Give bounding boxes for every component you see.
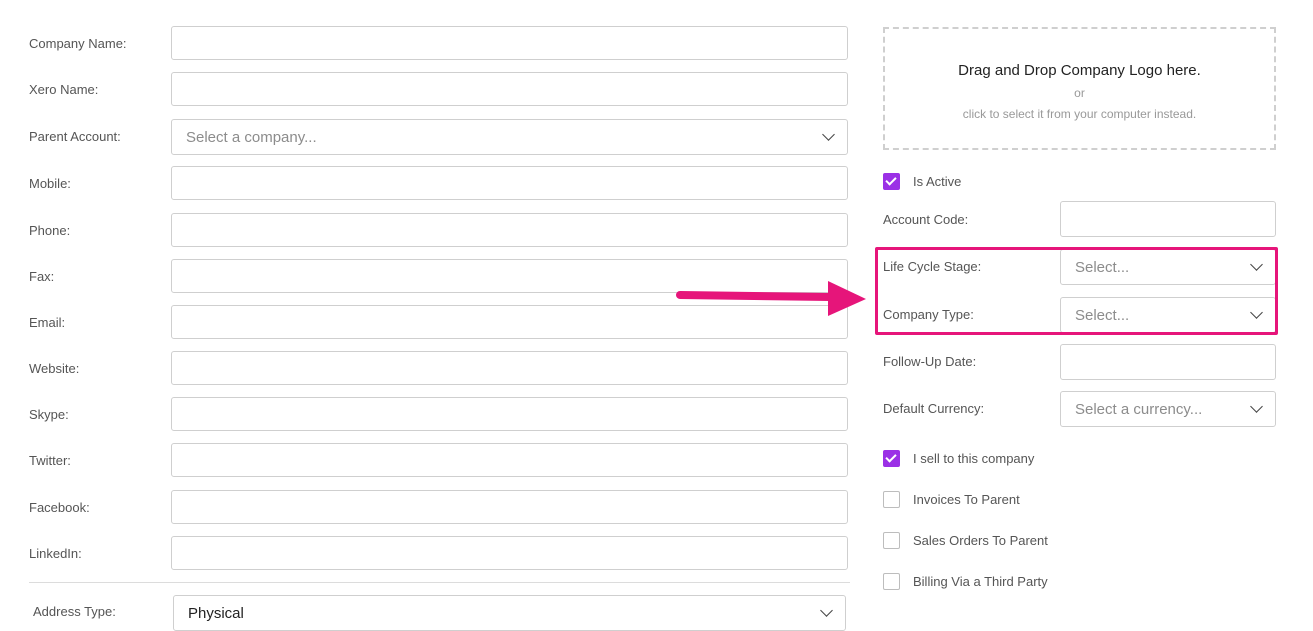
linkedin-label: LinkedIn: — [29, 546, 82, 561]
company-name-input[interactable] — [171, 26, 848, 60]
parent-account-select[interactable]: Select a company... — [171, 119, 848, 155]
invoices-to-parent-label: Invoices To Parent — [913, 492, 1020, 507]
dropzone-title: Drag and Drop Company Logo here. — [958, 62, 1201, 79]
address-type-value: Physical — [188, 604, 244, 622]
parent-account-placeholder: Select a company... — [186, 128, 317, 146]
follow-up-date-label: Follow-Up Date: — [883, 354, 977, 369]
follow-up-date-input[interactable] — [1060, 344, 1276, 380]
account-code-input[interactable] — [1060, 201, 1276, 237]
dropzone-subtitle: click to select it from your computer in… — [962, 107, 1197, 121]
mobile-input[interactable] — [171, 166, 848, 200]
is-active-label: Is Active — [913, 174, 962, 189]
highlight-box — [875, 247, 1278, 335]
billing-third-party-label: Billing Via a Third Party — [913, 574, 1048, 589]
is-active-checkbox[interactable] — [883, 173, 900, 190]
xero-name-label: Xero Name: — [29, 82, 99, 97]
sales-orders-to-parent-label: Sales Orders To Parent — [913, 533, 1048, 548]
twitter-label: Twitter: — [29, 453, 71, 468]
invoices-to-parent-checkbox[interactable] — [883, 491, 900, 508]
sales-orders-to-parent-checkbox[interactable] — [883, 532, 900, 549]
default-currency-select[interactable]: Select a currency... — [1060, 391, 1276, 427]
facebook-input[interactable] — [171, 490, 848, 524]
xero-name-input[interactable] — [171, 72, 848, 106]
chevron-down-icon — [1250, 400, 1263, 413]
billing-third-party-checkbox[interactable] — [883, 573, 900, 590]
parent-account-label: Parent Account: — [29, 129, 121, 144]
linkedin-input[interactable] — [171, 536, 848, 570]
dropzone-or: or — [1074, 86, 1085, 100]
sell-to-company-checkbox[interactable] — [883, 450, 900, 467]
skype-input[interactable] — [171, 397, 848, 431]
fax-label: Fax: — [29, 269, 55, 284]
twitter-input[interactable] — [171, 443, 848, 477]
address-type-select[interactable]: Physical — [173, 595, 846, 631]
website-label: Website: — [29, 361, 80, 376]
section-divider — [29, 582, 850, 583]
company-name-label: Company Name: — [29, 36, 127, 51]
address-type-label: Address Type: — [33, 604, 116, 619]
sell-to-company-label: I sell to this company — [913, 451, 1035, 466]
default-currency-label: Default Currency: — [883, 401, 985, 416]
facebook-label: Facebook: — [29, 500, 90, 515]
account-code-label: Account Code: — [883, 212, 969, 227]
annotation-arrow-icon — [676, 281, 866, 316]
phone-input[interactable] — [171, 213, 848, 247]
phone-label: Phone: — [29, 223, 71, 238]
email-label: Email: — [29, 315, 66, 330]
chevron-down-icon — [820, 604, 833, 617]
website-input[interactable] — [171, 351, 848, 385]
chevron-down-icon — [822, 128, 835, 141]
skype-label: Skype: — [29, 407, 69, 422]
mobile-label: Mobile: — [29, 176, 71, 191]
default-currency-placeholder: Select a currency... — [1075, 400, 1203, 418]
logo-dropzone[interactable]: Drag and Drop Company Logo here. or clic… — [883, 27, 1276, 150]
